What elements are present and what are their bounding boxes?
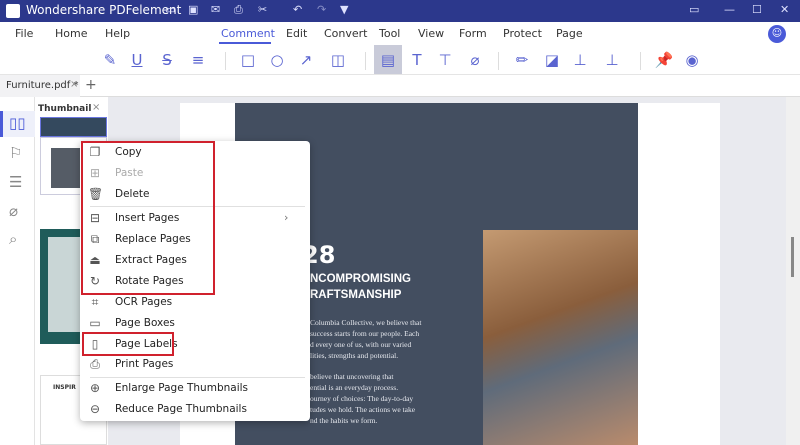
doc-paragraph-1: Columbia Collective, we believe that succ… <box>310 318 422 360</box>
copy-icon: ❐ <box>89 145 101 159</box>
lines-dropdown-icon[interactable]: ≡ <box>188 51 208 69</box>
save-icon[interactable]: ▣ <box>188 3 198 16</box>
extract-pages-icon: ⏏ <box>89 253 101 267</box>
comments-icon[interactable]: ☰ <box>9 173 22 191</box>
add-tab-icon[interactable]: + <box>85 77 97 93</box>
replace-pages-icon: ⧉ <box>90 232 100 246</box>
menu-home[interactable]: Home <box>55 27 87 40</box>
note-button[interactable]: ▤ <box>374 45 402 74</box>
doc-heading-line1: NCOMPROMISING <box>310 273 411 285</box>
pin-icon[interactable]: 📌 <box>654 51 674 69</box>
menu-file[interactable]: File <box>15 27 33 40</box>
menu-item-paste[interactable]: ⊞ Paste <box>80 163 310 184</box>
page-boxes-icon: ▭ <box>89 316 101 330</box>
menu-view[interactable]: View <box>418 27 444 40</box>
mail-icon[interactable]: ✉ <box>211 3 220 16</box>
menu-page[interactable]: Page <box>556 27 583 40</box>
underline-icon[interactable]: U <box>127 51 147 69</box>
stamp-icon[interactable]: ⊥ <box>570 51 590 69</box>
active-menu-underline <box>219 42 271 44</box>
doc-paragraph-2: believe that uncovering that ential is an… <box>310 372 416 425</box>
bookmark-icon[interactable]: ⚐ <box>9 144 22 162</box>
rotate-icon: ↻ <box>89 274 101 288</box>
tab-label: Furniture.pdf * <box>6 80 79 91</box>
menu-bar: File Home Help Comment Edit Convert Tool… <box>0 22 800 45</box>
menu-item-delete[interactable]: 🗑 Delete <box>80 184 310 205</box>
ocr-icon: ⌗ <box>91 295 99 309</box>
menu-help[interactable]: Help <box>105 27 130 40</box>
app-title: Wondershare PDFelement <box>26 3 182 17</box>
thumbnail-panel-title: Thumbnail <box>38 104 92 114</box>
doc-heading-line2: RAFTSMANSHIP <box>310 289 402 301</box>
tab-close-icon[interactable]: × <box>70 79 78 90</box>
menu-item-rotate-pages[interactable]: ↻ Rotate Pages <box>80 271 310 292</box>
pencil-icon[interactable]: ✏ <box>512 51 532 69</box>
craftsmen-photo <box>483 230 638 445</box>
document-tab[interactable]: Furniture.pdf * × <box>0 75 80 97</box>
menu-edit[interactable]: Edit <box>286 27 307 40</box>
menu-item-reduce-thumbnails[interactable]: ⊖ Reduce Page Thumbnails <box>80 399 310 420</box>
thumbnail-context-menu: ❐ Copy ⊞ Paste 🗑 Delete ⊟ Insert Pages › ⧉ Rep… <box>80 141 310 421</box>
menu-item-print-pages[interactable]: ⎙ Print Pages <box>80 354 310 375</box>
insert-pages-icon: ⊟ <box>89 211 101 225</box>
menu-item-ocr-pages[interactable]: ⌗ OCR Pages <box>80 292 310 313</box>
print-icon: ⎙ <box>90 357 100 371</box>
menu-item-page-labels[interactable]: ▯ Page Labels <box>80 334 310 355</box>
print-icon[interactable]: ⎙ <box>234 3 243 17</box>
minimize-icon[interactable]: — <box>724 3 735 16</box>
textbox-icon[interactable]: ⊤ <box>435 51 455 69</box>
menu-form[interactable]: Form <box>459 27 487 40</box>
menu-item-extract-pages[interactable]: ⏏ Extract Pages <box>80 250 310 271</box>
attachment-icon[interactable]: ⌀ <box>465 51 485 69</box>
vertical-scrollbar[interactable] <box>786 97 800 445</box>
menu-item-page-boxes[interactable]: ▭ Page Boxes <box>80 313 310 334</box>
dropdown-arrow-icon[interactable]: ▼ <box>340 3 348 16</box>
comment-toolbar: ✎ U S ≡ □ ○ ↗ ◫ ▤ T ⊤ ⌀ ✏ ◪ ⊥ ⊥ 📌 ◉ <box>0 45 800 75</box>
thumbnail-panel-icon[interactable]: ▯▯ <box>9 114 26 132</box>
thumbnail-text: INSPIR <box>53 384 76 391</box>
page-thumbnail-1[interactable] <box>40 117 107 137</box>
page-labels-icon: ▯ <box>91 337 99 351</box>
menu-item-replace-pages[interactable]: ⧉ Replace Pages <box>80 229 310 250</box>
left-sidebar: ▯▯ ⚐ ☰ ⌀ ⌕ <box>0 97 35 445</box>
strikethrough-icon[interactable]: S <box>157 51 177 69</box>
maximize-icon[interactable]: ☐ <box>752 3 762 16</box>
user-avatar[interactable]: ☺ <box>768 25 786 43</box>
document-tab-bar: Furniture.pdf * × + <box>0 75 800 97</box>
feedback-icon[interactable]: ▭ <box>689 3 699 16</box>
scissors-icon[interactable]: ✂ <box>258 3 267 16</box>
undo-icon[interactable]: ↶ <box>293 3 302 16</box>
attachment-panel-icon[interactable]: ⌀ <box>9 202 18 220</box>
menu-item-insert-pages[interactable]: ⊟ Insert Pages › <box>80 208 310 229</box>
signature-stamp-dropdown-icon[interactable]: ⊥ <box>602 51 622 69</box>
circle-icon[interactable]: ○ <box>267 51 287 69</box>
search-icon[interactable]: ⌕ <box>9 230 17 248</box>
text-icon[interactable]: T <box>407 51 427 69</box>
close-window-icon[interactable]: ✕ <box>780 3 789 16</box>
eye-icon[interactable]: ◉ <box>682 51 702 69</box>
thumbnail-panel-close[interactable]: × <box>92 102 100 113</box>
zoom-out-icon: ⊖ <box>89 402 101 416</box>
menu-tool[interactable]: Tool <box>379 27 400 40</box>
zoom-in-icon: ⊕ <box>89 381 101 395</box>
rectangle-icon[interactable]: □ <box>238 51 258 69</box>
menu-convert[interactable]: Convert <box>324 27 368 40</box>
eraser-icon[interactable]: ◪ <box>542 51 562 69</box>
highlight-icon[interactable]: ✎ <box>100 51 120 69</box>
submenu-chevron-icon: › <box>284 211 289 224</box>
menu-comment[interactable]: Comment <box>221 27 275 40</box>
menu-item-enlarge-thumbnails[interactable]: ⊕ Enlarge Page Thumbnails <box>80 378 310 399</box>
menu-item-copy[interactable]: ❐ Copy <box>80 142 310 163</box>
open-folder-icon[interactable]: ▭ <box>165 3 175 16</box>
redo-icon[interactable]: ↷ <box>317 3 326 16</box>
trash-icon: 🗑 <box>88 187 104 201</box>
title-bar: Wondershare PDFelement ▭ ▣ ✉ ⎙ ✂ ↶ ↷ ▼ ▭… <box>0 0 800 22</box>
app-logo-icon <box>6 4 20 18</box>
shapes-dropdown-icon[interactable]: ◫ <box>328 51 348 69</box>
arrow-icon[interactable]: ↗ <box>296 51 316 69</box>
paste-icon: ⊞ <box>89 166 101 180</box>
note-icon: ▤ <box>380 51 396 69</box>
menu-protect[interactable]: Protect <box>503 27 542 40</box>
